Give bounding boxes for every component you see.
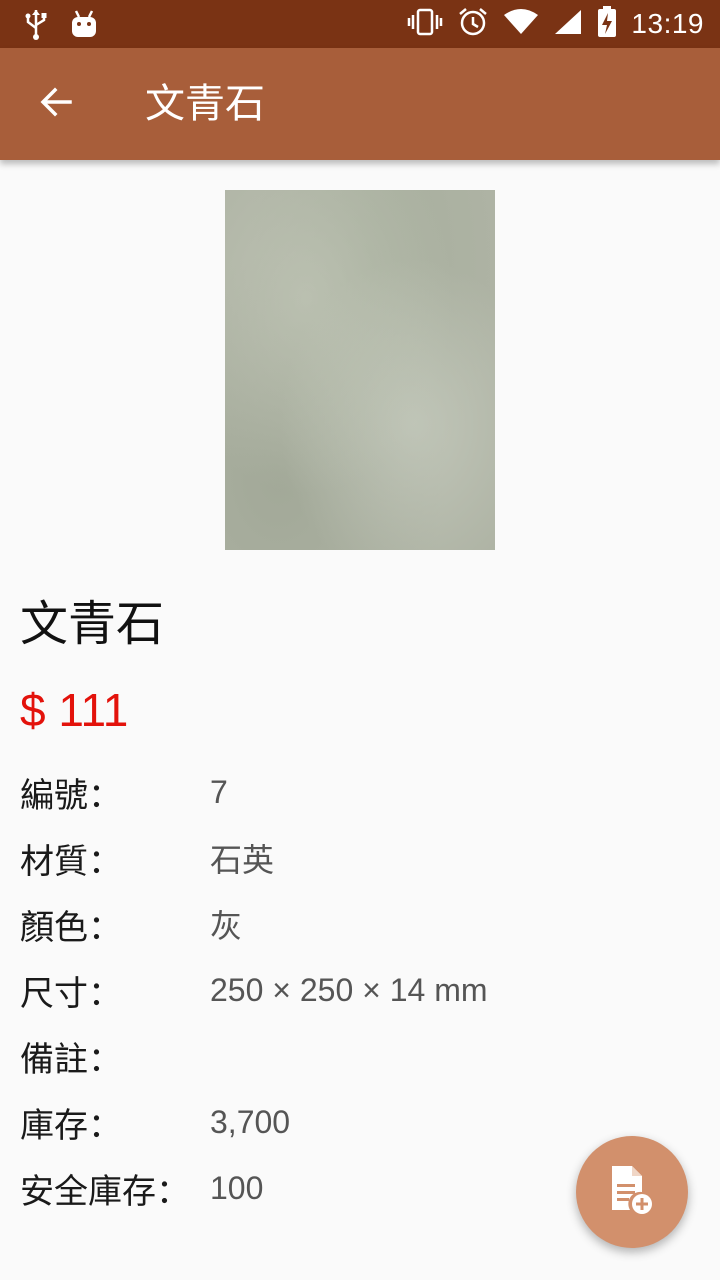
note-add-icon [608,1164,656,1220]
product-price: $ 111 [20,684,129,736]
product-name: 文青石 [20,596,165,652]
vibrate-icon [407,7,443,41]
alarm-icon [457,6,489,42]
wifi-icon [503,8,539,40]
detail-value: 灰 [210,908,243,944]
status-right-icons: 13:19 [407,6,704,42]
detail-row-size: 尺寸： 250 × 250 × 14 mm [20,965,700,1015]
detail-row-stock: 庫存： 3,700 [20,1097,700,1147]
app-bar: 文青石 [0,48,720,160]
detail-label: 安全庫存： [20,1171,190,1212]
detail-label: 材質： [20,841,122,882]
app-title: 文青石 [145,81,265,127]
detail-value: 100 [210,1169,264,1206]
product-image [225,190,495,550]
detail-value: 7 [210,773,228,810]
usb-icon [24,8,48,44]
status-time: 13:19 [631,8,704,39]
add-to-order-button[interactable] [576,1136,688,1248]
detail-label: 編號： [20,775,122,816]
detail-label: 顏色： [20,907,122,948]
status-bar: 13:19 [0,0,720,48]
detail-row-id: 編號： 7 [20,767,700,817]
detail-value: 3,700 [210,1103,291,1140]
status-left-icons [24,8,98,44]
battery-charging-icon [597,6,617,42]
android-debug-icon [70,9,98,43]
detail-label: 庫存： [20,1105,122,1146]
detail-label: 尺寸： [20,973,122,1014]
detail-label: 備註： [20,1039,122,1080]
detail-value: 石英 [210,842,275,878]
detail-row-material: 材質： 石英 [20,833,700,883]
detail-value: 250 × 250 × 14 mm [210,971,488,1008]
back-button[interactable] [26,74,86,134]
arrow-back-icon [38,84,74,124]
detail-row-remark: 備註： [20,1031,700,1081]
detail-row-color: 顏色： 灰 [20,899,700,949]
cellular-signal-icon [553,8,583,40]
